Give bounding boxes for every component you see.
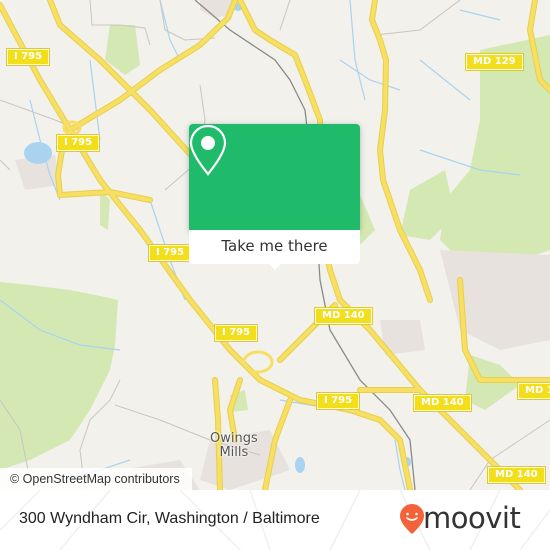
road-shield-i795: I 795 [213, 324, 259, 342]
popup-header [189, 124, 360, 230]
address-text: 300 Wyndham Cir, Washington / Baltimore [19, 510, 320, 527]
road-shield-i795: I 795 [147, 244, 193, 262]
road-shield-md140: MD 140 [314, 307, 373, 325]
place-label-line: Mills [219, 445, 249, 460]
map-attribution[interactable]: © OpenStreetMap contributors [0, 468, 192, 490]
popup-pointer [267, 262, 283, 270]
location-popup: Take me there [189, 124, 360, 270]
footer-bar: 300 Wyndham Cir, Washington / Baltimore … [0, 490, 550, 550]
road-shield-i795: I 795 [315, 392, 361, 410]
moovit-logo[interactable]: moovit [399, 501, 539, 537]
place-label-owings-mills: Owings Mills [210, 432, 258, 460]
moovit-logo-pin-icon [400, 504, 424, 534]
place-label-line: Owings [210, 431, 258, 446]
map-pin-icon [189, 124, 227, 176]
road-shield-md1: MD 1 [517, 382, 550, 400]
moovit-brand-name: moovit [423, 501, 521, 535]
road-shield-md140: MD 140 [413, 394, 472, 412]
road-shield-md129: MD 129 [465, 53, 524, 71]
road-shield-i795: I 795 [5, 48, 51, 66]
map[interactable]: I 795 I 795 I 795 I 795 I 795 MD 129 MD … [0, 0, 550, 490]
road-shield-i795: I 795 [55, 134, 101, 152]
road-shield-md140: MD 140 [487, 466, 546, 484]
take-me-there-button[interactable]: Take me there [189, 230, 360, 264]
